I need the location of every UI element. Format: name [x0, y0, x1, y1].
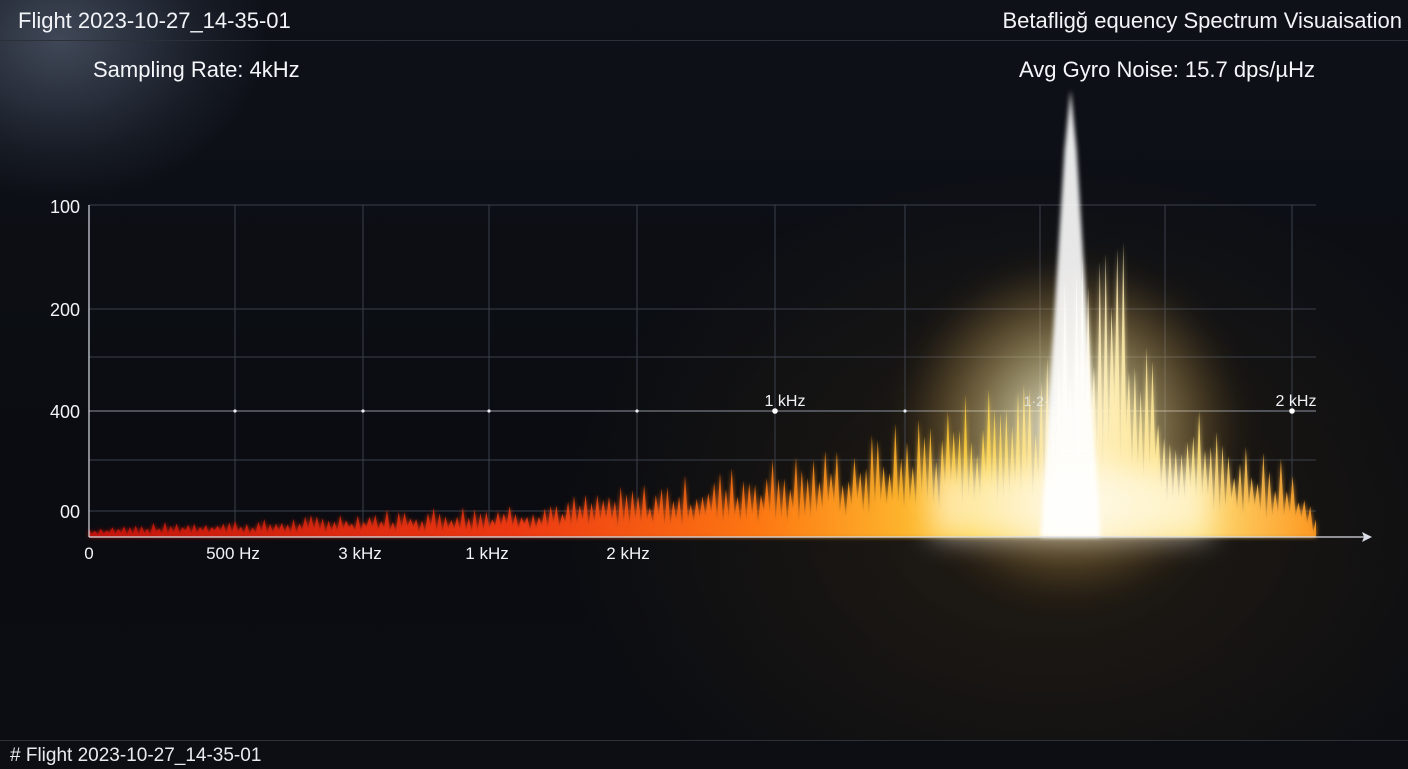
marker-dot: [903, 409, 907, 413]
y-tick-label: 400: [50, 402, 80, 422]
y-tick-label: 100: [50, 197, 80, 217]
y-tick-label: 00: [60, 502, 80, 522]
bottom-bar: # Flight 2023-10-27_14-35-01: [0, 740, 1408, 769]
marker-dot: [361, 409, 365, 413]
inline-marker-label: 1 kHz: [765, 393, 806, 410]
marker-dot: [233, 409, 237, 413]
peak-base-glow: [930, 470, 1211, 537]
inline-marker-label: 2 kHz: [1276, 393, 1317, 410]
x-tick-label: 0: [84, 544, 93, 563]
x-tick-label: 2 kHz: [606, 544, 649, 563]
inline-marker-label: 1·2·1: [1024, 393, 1057, 409]
x-tick-label: 1 kHz: [465, 544, 508, 563]
footer-flight-label: # Flight 2023-10-27_14-35-01: [10, 745, 262, 766]
x-tick-label: 3 kHz: [338, 544, 381, 563]
marker-dot: [487, 409, 491, 413]
spectrum-area-layer: [89, 90, 1316, 600]
x-tick-label: 500 Hz: [206, 544, 260, 563]
y-tick-label: 200: [50, 300, 80, 320]
spectrum-chart: 100 200 400 00 0 500 Hz 3 kHz 1 kHz 2 kH…: [50, 90, 1372, 600]
marker-dot: [635, 409, 639, 413]
